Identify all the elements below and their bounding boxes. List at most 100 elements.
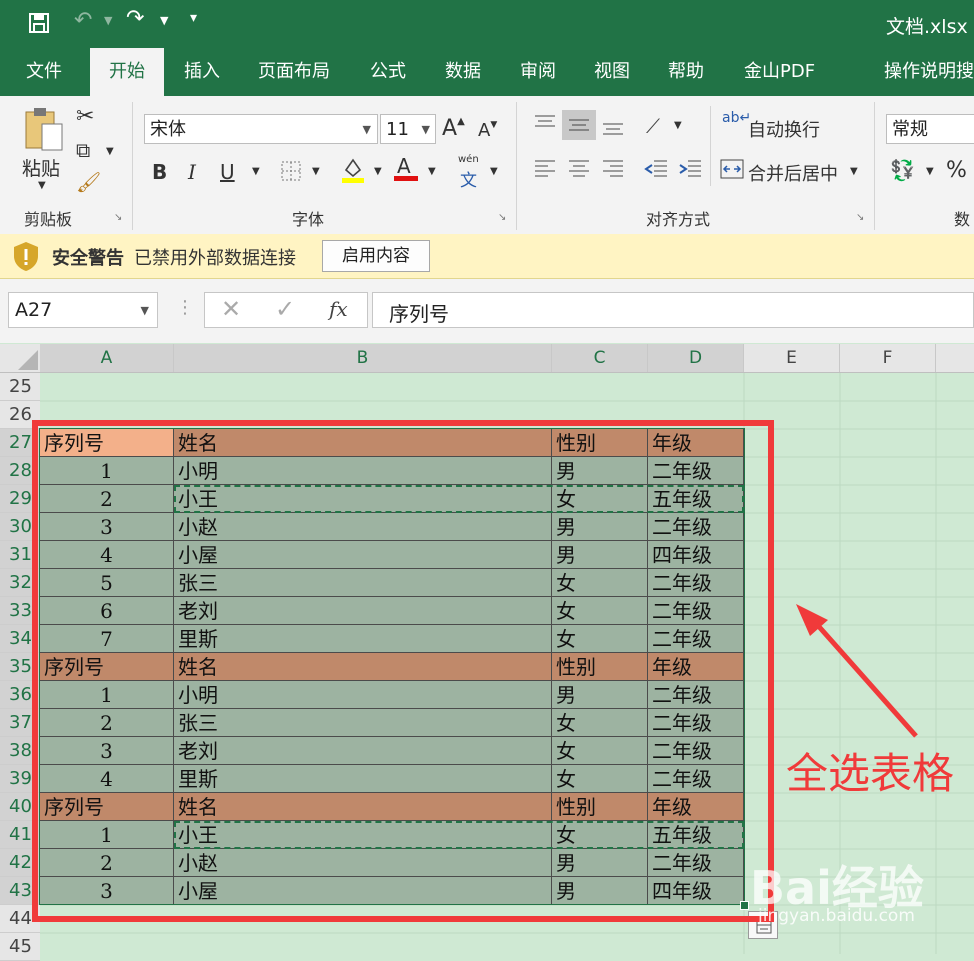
bold-button[interactable]: B xyxy=(152,160,167,184)
phonetic-label[interactable]: wén xyxy=(458,154,479,165)
font-name-select[interactable]: 宋体 ▼ xyxy=(144,114,378,144)
name-box[interactable]: A27 ▼ xyxy=(8,292,158,328)
redo-icon[interactable]: ↷ xyxy=(126,6,144,31)
table-cell[interactable]: 二年级 xyxy=(648,765,744,793)
tab-home[interactable]: 开始 xyxy=(90,48,164,96)
table-cell[interactable]: 二年级 xyxy=(648,457,744,485)
table-cell[interactable]: 二年级 xyxy=(648,625,744,653)
row-header[interactable]: 26 xyxy=(0,401,40,429)
column-header-d[interactable]: D xyxy=(648,344,744,372)
format-painter-icon[interactable]: 🖌 xyxy=(76,170,101,194)
table-cell[interactable]: 男 xyxy=(552,513,648,541)
font-color-icon[interactable]: A xyxy=(394,154,418,184)
decrease-font-icon[interactable]: A▼ xyxy=(478,120,497,141)
table-cell[interactable]: 6 xyxy=(40,597,174,625)
row-header[interactable]: 40 xyxy=(0,793,40,821)
table-cell[interactable]: 张三 xyxy=(174,569,552,597)
align-left-icon[interactable] xyxy=(534,158,556,180)
tab-view[interactable]: 视图 xyxy=(594,48,630,96)
table-cell[interactable]: 二年级 xyxy=(648,569,744,597)
increase-indent-icon[interactable] xyxy=(678,158,702,180)
table-cell[interactable]: 3 xyxy=(40,737,174,765)
align-center-icon[interactable] xyxy=(568,158,590,180)
tab-kingsoft-pdf[interactable]: 金山PDF xyxy=(744,48,815,96)
row-header[interactable]: 39 xyxy=(0,765,40,793)
phonetic-icon[interactable]: 文 xyxy=(460,166,477,191)
table-cell[interactable]: 小屋 xyxy=(174,877,552,905)
tab-page-layout[interactable]: 页面布局 xyxy=(258,48,330,96)
increase-font-icon[interactable]: A▲ xyxy=(442,116,465,141)
row-header[interactable]: 35 xyxy=(0,653,40,681)
table-cell[interactable]: 年级 xyxy=(648,793,744,821)
underline-dropdown-icon[interactable]: ▼ xyxy=(252,166,260,177)
fill-handle[interactable] xyxy=(740,901,749,910)
enter-icon[interactable]: ✓ xyxy=(275,295,295,323)
fill-color-dropdown-icon[interactable]: ▼ xyxy=(374,166,382,177)
table-cell[interactable]: 二年级 xyxy=(648,737,744,765)
align-bottom-icon[interactable] xyxy=(602,118,624,136)
column-header-c[interactable]: C xyxy=(552,344,648,372)
tab-help[interactable]: 帮助 xyxy=(668,48,704,96)
table-cell[interactable]: 序列号 xyxy=(40,429,174,457)
table-cell[interactable]: 女 xyxy=(552,765,648,793)
table-cell[interactable]: 里斯 xyxy=(174,625,552,653)
paste-dropdown-icon[interactable]: ▼ xyxy=(38,180,46,191)
cancel-icon[interactable]: ✕ xyxy=(221,295,241,323)
enable-content-button[interactable]: 启用内容 xyxy=(322,240,430,272)
cut-icon[interactable]: ✂ xyxy=(76,104,94,129)
table-cell[interactable]: 小赵 xyxy=(174,513,552,541)
row-header[interactable]: 29 xyxy=(0,485,40,513)
table-cell[interactable]: 小明 xyxy=(174,681,552,709)
row-header[interactable]: 36 xyxy=(0,681,40,709)
wrap-text-button[interactable]: 自动换行 xyxy=(748,116,820,142)
table-cell[interactable]: 性别 xyxy=(552,429,648,457)
orientation-icon[interactable]: ⟋ xyxy=(646,114,660,138)
table-cell[interactable]: 序列号 xyxy=(40,653,174,681)
align-right-icon[interactable] xyxy=(602,158,624,180)
accounting-dropdown-icon[interactable]: ▼ xyxy=(926,166,934,177)
align-top-icon[interactable] xyxy=(534,114,556,132)
clipboard-launcher-icon[interactable]: ↘ xyxy=(114,212,122,223)
table-cell[interactable]: 四年级 xyxy=(648,877,744,905)
table-cell[interactable]: 男 xyxy=(552,849,648,877)
paste-icon[interactable] xyxy=(22,106,66,152)
insert-function-button[interactable]: fx xyxy=(329,297,348,321)
table-cell[interactable]: 3 xyxy=(40,877,174,905)
row-header[interactable]: 37 xyxy=(0,709,40,737)
tab-data[interactable]: 数据 xyxy=(445,48,481,96)
save-icon[interactable] xyxy=(28,12,50,34)
table-cell[interactable]: 女 xyxy=(552,709,648,737)
font-launcher-icon[interactable]: ↘ xyxy=(498,212,506,223)
decrease-indent-icon[interactable] xyxy=(644,158,668,180)
row-header[interactable]: 34 xyxy=(0,625,40,653)
table-cell[interactable]: 二年级 xyxy=(648,597,744,625)
table-cell[interactable]: 序列号 xyxy=(40,793,174,821)
undo-dropdown-icon[interactable]: ▼ xyxy=(104,14,112,27)
table-cell[interactable]: 2 xyxy=(40,849,174,877)
table-cell[interactable]: 女 xyxy=(552,597,648,625)
row-header[interactable]: 27 xyxy=(0,429,40,457)
row-header[interactable]: 38 xyxy=(0,737,40,765)
tab-review[interactable]: 审阅 xyxy=(520,48,556,96)
formula-input[interactable]: 序列号 xyxy=(372,292,974,328)
column-header-e[interactable]: E xyxy=(744,344,840,372)
column-header-a[interactable]: A xyxy=(40,344,174,372)
table-cell[interactable]: 2 xyxy=(40,485,174,513)
align-middle-button[interactable] xyxy=(562,110,596,140)
row-header[interactable]: 31 xyxy=(0,541,40,569)
table-cell[interactable]: 老刘 xyxy=(174,597,552,625)
table-cell[interactable]: 性别 xyxy=(552,653,648,681)
table-cell[interactable]: 姓名 xyxy=(174,653,552,681)
table-cell[interactable]: 男 xyxy=(552,541,648,569)
table-cell[interactable]: 2 xyxy=(40,709,174,737)
table-cell[interactable]: 男 xyxy=(552,681,648,709)
paste-label[interactable]: 粘贴 xyxy=(22,154,60,181)
table-cell[interactable]: 里斯 xyxy=(174,765,552,793)
row-header[interactable]: 28 xyxy=(0,457,40,485)
row-header[interactable]: 33 xyxy=(0,597,40,625)
row-header[interactable]: 45 xyxy=(0,933,40,961)
merge-dropdown-icon[interactable]: ▼ xyxy=(850,166,858,177)
row-header[interactable]: 43 xyxy=(0,877,40,905)
table-cell[interactable]: 小明 xyxy=(174,457,552,485)
table-cell[interactable]: 姓名 xyxy=(174,429,552,457)
